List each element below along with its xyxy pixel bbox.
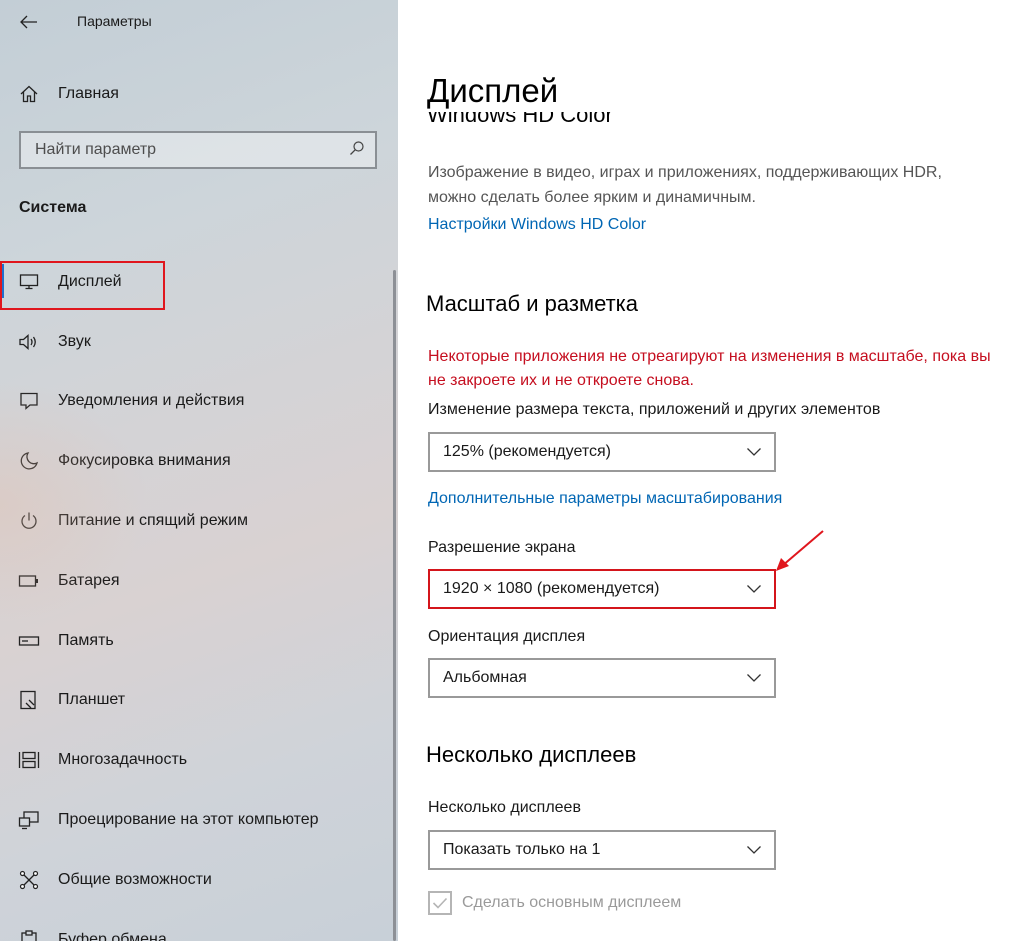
speaker-icon (18, 331, 40, 353)
projecting-icon (18, 809, 40, 831)
sidebar-item-power[interactable]: Питание и спящий режим (0, 491, 390, 551)
sidebar-item-label: Звук (58, 332, 91, 350)
resolution-dropdown-value: 1920 × 1080 (рекомендуется) (443, 580, 660, 597)
sidebar-item-multitasking[interactable]: Многозадачность (0, 730, 390, 790)
back-button[interactable] (14, 8, 44, 36)
chevron-down-icon (747, 585, 761, 593)
shared-experiences-icon (18, 869, 40, 891)
checkmark-icon (432, 897, 448, 909)
chevron-down-icon (747, 448, 761, 456)
orientation-label: Ориентация дисплея (428, 628, 586, 645)
text-size-label: Изменение размера текста, приложений и д… (428, 401, 881, 418)
sidebar-nav: Дисплей Звук Уведомления и действия Фоку… (0, 252, 390, 941)
storage-icon (18, 630, 40, 652)
sidebar: Параметры Главная Система Дисплей Звук (0, 0, 398, 941)
make-main-display-checkbox[interactable] (428, 891, 452, 915)
power-icon (18, 510, 40, 532)
make-main-display-label: Сделать основным дисплеем (462, 894, 682, 911)
sidebar-item-projecting[interactable]: Проецирование на этот компьютер (0, 790, 390, 850)
make-main-display-row: Сделать основным дисплеем (428, 891, 681, 915)
hd-color-description: Изображение в видео, играх и приложениях… (428, 164, 942, 206)
scale-dropdown[interactable]: 125% (рекомендуется) (428, 432, 776, 472)
scale-warning-text: Некоторые приложения не отреагируют на и… (428, 348, 991, 389)
page-title: Дисплей (427, 72, 579, 110)
section-title: Система (19, 199, 87, 216)
scale-dropdown-value: 125% (рекомендуется) (443, 443, 611, 460)
sidebar-item-label: Фокусировка внимания (58, 452, 231, 470)
scale-layout-heading: Масштаб и разметка (426, 291, 638, 316)
multiple-displays-heading: Несколько дисплеев (426, 742, 637, 767)
chevron-down-icon (747, 674, 761, 682)
multitasking-icon (18, 749, 40, 771)
search-icon[interactable] (349, 140, 365, 161)
sidebar-item-label: Проецирование на этот компьютер (58, 811, 319, 829)
sidebar-item-storage[interactable]: Память (0, 611, 390, 671)
advanced-scaling-link[interactable]: Дополнительные параметры масштабирования (428, 490, 782, 508)
sidebar-item-battery[interactable]: Батарея (0, 551, 390, 611)
moon-icon (18, 450, 40, 472)
sidebar-item-clipboard[interactable]: Буфер обмена (0, 910, 390, 941)
sidebar-item-label: Многозадачность (58, 751, 188, 769)
sidebar-item-label: Уведомления и действия (58, 392, 245, 410)
sidebar-item-sound[interactable]: Звук (0, 312, 390, 372)
sidebar-item-label: Планшет (58, 691, 126, 709)
annotation-highlight-box (0, 261, 165, 310)
clipboard-icon (18, 929, 40, 941)
home-icon (18, 83, 40, 105)
sidebar-item-focus-assist[interactable]: Фокусировка внимания (0, 431, 390, 491)
sidebar-item-label: Общие возможности (58, 870, 212, 888)
tablet-icon (18, 689, 40, 711)
resolution-dropdown[interactable]: 1920 × 1080 (рекомендуется) (428, 569, 776, 609)
main-content: Windows HD Color Дисплей Изображение в в… (398, 0, 1024, 941)
sidebar-item-notifications[interactable]: Уведомления и действия (0, 372, 390, 432)
resolution-label: Разрешение экрана (428, 539, 576, 556)
back-arrow-icon (20, 15, 37, 29)
battery-icon (18, 570, 40, 592)
sidebar-item-home[interactable]: Главная (0, 76, 390, 112)
sidebar-scrollbar[interactable] (393, 270, 396, 941)
orientation-dropdown-value: Альбомная (443, 669, 527, 686)
search-input[interactable] (35, 141, 335, 159)
sidebar-item-shared-experiences[interactable]: Общие возможности (0, 850, 390, 910)
notification-icon (18, 390, 40, 412)
hd-color-settings-link[interactable]: Настройки Windows HD Color (428, 216, 646, 234)
title-bar: Параметры (0, 0, 398, 44)
sidebar-item-label: Память (58, 631, 114, 649)
multiple-displays-label: Несколько дисплеев (428, 799, 581, 816)
multiple-displays-dropdown-value: Показать только на 1 (443, 841, 601, 858)
sidebar-item-label: Батарея (58, 571, 120, 589)
sidebar-item-label: Главная (58, 85, 119, 102)
app-title: Параметры (77, 13, 152, 29)
sidebar-item-label: Питание и спящий режим (58, 512, 249, 530)
multiple-displays-dropdown[interactable]: Показать только на 1 (428, 830, 776, 870)
chevron-down-icon (747, 846, 761, 854)
sidebar-item-tablet[interactable]: Планшет (0, 671, 390, 731)
sidebar-item-label: Буфер обмена (58, 930, 167, 941)
search-box[interactable] (19, 131, 377, 169)
annotation-arrow (776, 530, 824, 571)
orientation-dropdown[interactable]: Альбомная (428, 658, 776, 698)
